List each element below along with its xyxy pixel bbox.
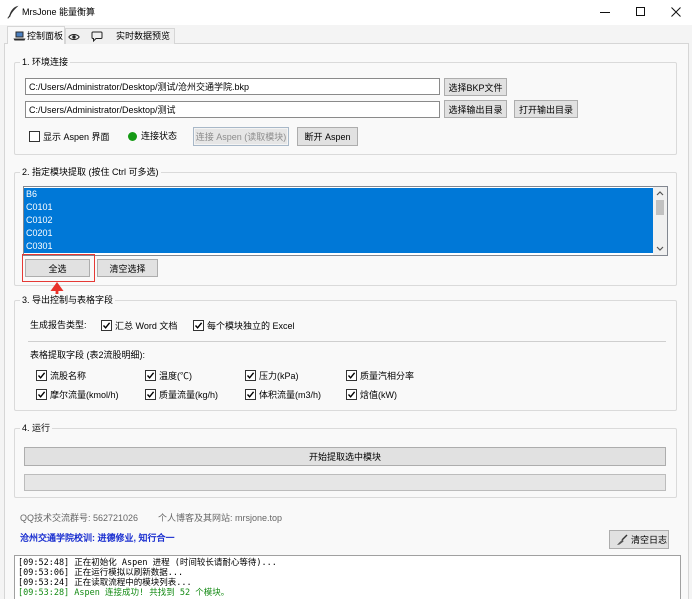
minimize-button[interactable] — [588, 0, 622, 25]
field-checkbox-molar-flow[interactable]: 摩尔流量(kmol/h) — [36, 388, 119, 400]
checkbox-label: 质量汽相分率 — [360, 370, 415, 381]
tab-label: 控制面板 — [27, 31, 64, 41]
listbox-scrollbar[interactable] — [653, 187, 667, 255]
clear-log-button[interactable]: 清空日志 — [609, 530, 669, 549]
feather-icon — [7, 5, 19, 19]
field-checkbox-mass-flow[interactable]: 质量流量(kg/h) — [145, 388, 218, 400]
field-checkbox-volume-flow[interactable]: 体积流量(m3/h) — [245, 388, 321, 400]
connect-aspen-button[interactable]: 连接 Aspen (读取模块) — [193, 127, 289, 146]
blog-text: 个人博客及其网站: mrsjone.top — [158, 513, 283, 523]
checkbox-box — [245, 388, 256, 400]
maximize-icon — [636, 7, 645, 16]
speech-bubble-icon — [91, 31, 103, 44]
field-checkbox-stream-name[interactable]: 流股名称 — [36, 369, 86, 381]
report-type-label: 生成报告类型: — [30, 320, 87, 330]
log-line: [09:53:06] 正在运行模拟以刷新数据... — [18, 568, 184, 578]
eye-icon — [68, 33, 80, 43]
school-motto: 沧州交通学院校训: 进德修业, 知行合一 — [20, 533, 175, 543]
group-title: 3. 导出控制与表格字段 — [20, 294, 116, 306]
disconnect-aspen-button[interactable]: 断开 Aspen — [297, 127, 358, 146]
minimize-icon — [600, 12, 610, 13]
scrollbar-thumb[interactable] — [656, 200, 664, 215]
broom-icon — [617, 534, 628, 545]
tab-label: 实时数据预览 — [116, 31, 171, 41]
checkbox-label: 显示 Aspen 界面 — [43, 131, 110, 142]
checkbox-box — [245, 369, 256, 381]
close-icon — [671, 7, 681, 17]
checkbox-box — [193, 319, 204, 331]
field-checkbox-enthalpy[interactable]: 焓值(kW) — [346, 388, 397, 400]
list-item[interactable]: C0102 — [24, 214, 653, 227]
checkbox-label: 焓值(kW) — [360, 389, 397, 400]
clear-log-label: 清空日志 — [631, 535, 668, 545]
checkbox-label: 摩尔流量(kmol/h) — [50, 389, 119, 400]
clear-selection-button[interactable]: 清空选择 — [97, 259, 158, 277]
close-button[interactable] — [658, 0, 692, 25]
window-title: MrsJone 能量衡算 — [22, 7, 96, 17]
status-label: 连接状态 — [141, 131, 178, 141]
log-textarea[interactable]: [09:52:48] 正在初始化 Aspen 进程 (时间较长请耐心等待)...… — [14, 555, 681, 599]
checkbox-box — [346, 388, 357, 400]
module-listbox[interactable]: B6 C0101 C0102 C0201 C0301 — [23, 186, 668, 256]
select-bkp-button[interactable]: 选择BKP文件 — [444, 78, 507, 96]
checkbox-box — [29, 130, 40, 142]
log-line: [09:52:48] 正在初始化 Aspen 进程 (时间较长请耐心等待)... — [18, 558, 277, 568]
checkbox-box — [101, 319, 112, 331]
report-word-checkbox[interactable]: 汇总 Word 文档 — [101, 319, 177, 331]
checkbox-box — [36, 388, 47, 400]
group-title: 4. 运行 — [20, 422, 53, 434]
group-title: 2. 指定模块提取 (按住 Ctrl 可多选) — [20, 166, 161, 178]
laptop-icon — [13, 31, 26, 43]
start-extract-button[interactable]: 开始提取选中模块 — [24, 447, 666, 466]
output-dir-input[interactable] — [25, 101, 440, 118]
open-output-button[interactable]: 打开输出目录 — [514, 100, 578, 118]
checkbox-box — [145, 388, 156, 400]
annotation-highlight-box — [22, 254, 95, 282]
checkbox-label: 流股名称 — [50, 370, 87, 381]
log-line: [09:53:28] Aspen 连接成功! 共找到 52 个模块。 — [18, 588, 230, 598]
maximize-button[interactable] — [623, 0, 657, 25]
list-item[interactable]: C0301 — [24, 240, 653, 253]
report-excel-checkbox[interactable]: 每个模块独立的 Excel — [193, 319, 295, 331]
field-checkbox-vapor-fraction[interactable]: 质量汽相分率 — [346, 369, 414, 381]
list-item[interactable]: C0201 — [24, 227, 653, 240]
title-bar[interactable]: MrsJone 能量衡算 — [0, 0, 692, 25]
checkbox-label: 汇总 Word 文档 — [115, 320, 178, 331]
qq-group-text: QQ技术交流群号: 562721026 — [20, 513, 139, 523]
select-output-button[interactable]: 选择输出目录 — [444, 100, 507, 118]
checkbox-label: 温度(℃) — [159, 370, 192, 381]
progress-bar — [24, 474, 666, 491]
checkbox-label: 每个模块独立的 Excel — [207, 320, 295, 331]
list-item[interactable]: C0101 — [24, 201, 653, 214]
status-dot-icon — [128, 132, 137, 141]
bkp-path-input[interactable] — [25, 78, 440, 95]
list-item[interactable]: B6 — [24, 188, 653, 201]
fields-label: 表格提取字段 (表2流股明细): — [30, 350, 146, 360]
chevron-up-icon[interactable] — [656, 191, 664, 196]
checkbox-label: 体积流量(m3/h) — [259, 389, 322, 400]
separator — [28, 341, 666, 342]
tab-control-panel[interactable]: 控制面板 — [7, 26, 65, 44]
checkbox-box — [36, 369, 47, 381]
field-checkbox-pressure[interactable]: 压力(kPa) — [245, 369, 299, 381]
checkbox-label: 压力(kPa) — [259, 370, 299, 381]
checkbox-label: 质量流量(kg/h) — [159, 389, 219, 400]
group-title: 1. 环境连接 — [20, 56, 71, 68]
show-aspen-checkbox[interactable]: 显示 Aspen 界面 — [29, 130, 110, 142]
checkbox-box — [346, 369, 357, 381]
log-line: [09:53:24] 正在读取流程中的模块列表... — [18, 578, 192, 588]
checkbox-box — [145, 369, 156, 381]
tab-realtime-preview[interactable]: 实时数据预览 — [65, 28, 175, 44]
field-checkbox-temperature[interactable]: 温度(℃) — [145, 369, 192, 381]
chevron-down-icon[interactable] — [656, 246, 664, 251]
